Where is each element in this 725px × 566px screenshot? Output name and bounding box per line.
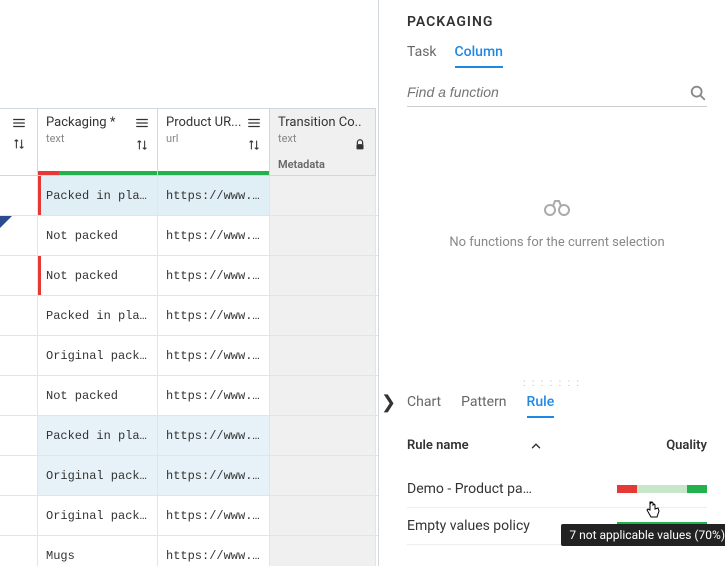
hamburger-icon[interactable] [135, 115, 149, 130]
cell-url[interactable]: https://www.go… [158, 376, 270, 415]
tab-task[interactable]: Task [407, 44, 437, 68]
chevron-up-icon[interactable] [529, 438, 543, 453]
cell-packaging[interactable]: Packed in plast… [38, 176, 158, 215]
cell-packaging[interactable]: Packed in plast… [38, 296, 158, 335]
cell-url[interactable]: https://www.go… [158, 216, 270, 255]
column-title: Packaging * [46, 115, 149, 130]
sort-icon[interactable] [4, 136, 33, 151]
table-row[interactable]: Packed in plast…https://www.go… [0, 296, 378, 336]
hamburger-icon[interactable] [4, 115, 33, 130]
rule-label: Demo - Product pa… [407, 481, 532, 497]
binoculars-icon [407, 197, 707, 223]
cell-packaging[interactable]: Original packag… [38, 336, 158, 375]
table-row[interactable]: Not packedhttps://www.go… [0, 256, 378, 296]
table-row[interactable]: Not packedhttps://www.go… [0, 376, 378, 416]
column-type: text [46, 132, 149, 145]
cell-packaging[interactable]: Not packed [38, 376, 158, 415]
subtab-chart[interactable]: Chart [407, 394, 441, 418]
empty-state: No functions for the current selection [407, 197, 707, 250]
cell-transition [270, 176, 376, 215]
cell-url[interactable]: https://www.go… [158, 256, 270, 295]
table-row[interactable]: Mugshttps://www.go… [0, 536, 378, 566]
tooltip: 7 not applicable values (70%) [561, 524, 725, 546]
tab-column[interactable]: Column [455, 44, 503, 68]
row-handle[interactable] [0, 456, 38, 495]
cell-url[interactable]: https://www.go… [158, 296, 270, 335]
hamburger-icon[interactable] [247, 115, 261, 130]
quality-bar [158, 171, 269, 175]
expand-chevron-icon[interactable]: ❯ [381, 392, 396, 413]
cell-packaging[interactable]: Not packed [38, 256, 158, 295]
table-row[interactable]: Packed in plast…https://www.goo… [0, 176, 378, 216]
cell-packaging[interactable]: Packed in plast… [38, 416, 158, 455]
cell-packaging[interactable]: Not packed [38, 216, 158, 255]
row-handle[interactable] [0, 496, 38, 535]
cell-transition [270, 296, 376, 335]
rule-quality-bar [617, 485, 707, 493]
panel-title: PACKAGING [407, 14, 707, 30]
row-handle[interactable] [0, 336, 38, 375]
cell-transition [270, 256, 376, 295]
cell-url[interactable]: https://www.go… [158, 416, 270, 455]
row-marker-icon [0, 216, 12, 228]
cell-transition [270, 456, 376, 495]
rules-header-name[interactable]: Rule name [407, 438, 543, 453]
cell-packaging[interactable]: Original packag… [38, 496, 158, 535]
row-handle[interactable] [0, 536, 38, 566]
rule-label: Empty values policy [407, 518, 530, 534]
table-row[interactable]: Original packag…https://www.go… [0, 336, 378, 376]
cell-transition [270, 416, 376, 455]
subtab-pattern[interactable]: Pattern [461, 394, 506, 418]
metadata-label: Metadata [278, 158, 325, 171]
column-title: Transition Co.. [278, 115, 367, 130]
cell-transition [270, 216, 376, 255]
cell-url[interactable]: https://www.go… [158, 336, 270, 375]
sort-icon[interactable] [247, 137, 261, 152]
row-handle[interactable] [0, 416, 38, 455]
data-grid: Packaging * text Product UR... url Trans… [0, 0, 378, 566]
side-panel: PACKAGING Task Column No functions for t… [378, 0, 725, 566]
cell-packaging[interactable]: Original packag… [38, 456, 158, 495]
cell-transition [270, 536, 376, 566]
cell-packaging[interactable]: Mugs [38, 536, 158, 566]
search-input[interactable] [407, 78, 707, 107]
cell-url[interactable]: https://www.goo… [158, 176, 270, 215]
cell-transition [270, 376, 376, 415]
rules-header-quality[interactable]: Quality [666, 438, 707, 453]
cell-url[interactable]: https://www.go… [158, 496, 270, 535]
table-row[interactable]: Original packag…https://www.go… [0, 496, 378, 536]
search-field[interactable] [407, 84, 689, 100]
cell-url[interactable]: https://www.go… [158, 456, 270, 495]
subtab-rule[interactable]: Rule [527, 394, 555, 418]
row-handle[interactable] [0, 256, 38, 295]
empty-message: No functions for the current selection [407, 235, 707, 250]
row-handle[interactable] [0, 176, 38, 215]
sort-icon[interactable] [135, 137, 149, 152]
cell-transition [270, 336, 376, 375]
row-handle[interactable] [0, 296, 38, 335]
table-row[interactable]: Packed in plast…https://www.go… [0, 416, 378, 456]
cell-transition [270, 496, 376, 535]
cell-url[interactable]: https://www.go… [158, 536, 270, 566]
quality-bar [38, 171, 157, 175]
table-row[interactable]: Original packag…https://www.go… [0, 456, 378, 496]
table-row[interactable]: Not packedhttps://www.go… [0, 216, 378, 256]
rule-row[interactable]: Demo - Product pa… [407, 471, 707, 508]
row-handle[interactable] [0, 216, 38, 255]
lock-icon [353, 137, 367, 152]
row-handle[interactable] [0, 376, 38, 415]
drag-handle[interactable]: : : : : : : : [523, 378, 581, 389]
search-icon[interactable] [689, 82, 707, 102]
